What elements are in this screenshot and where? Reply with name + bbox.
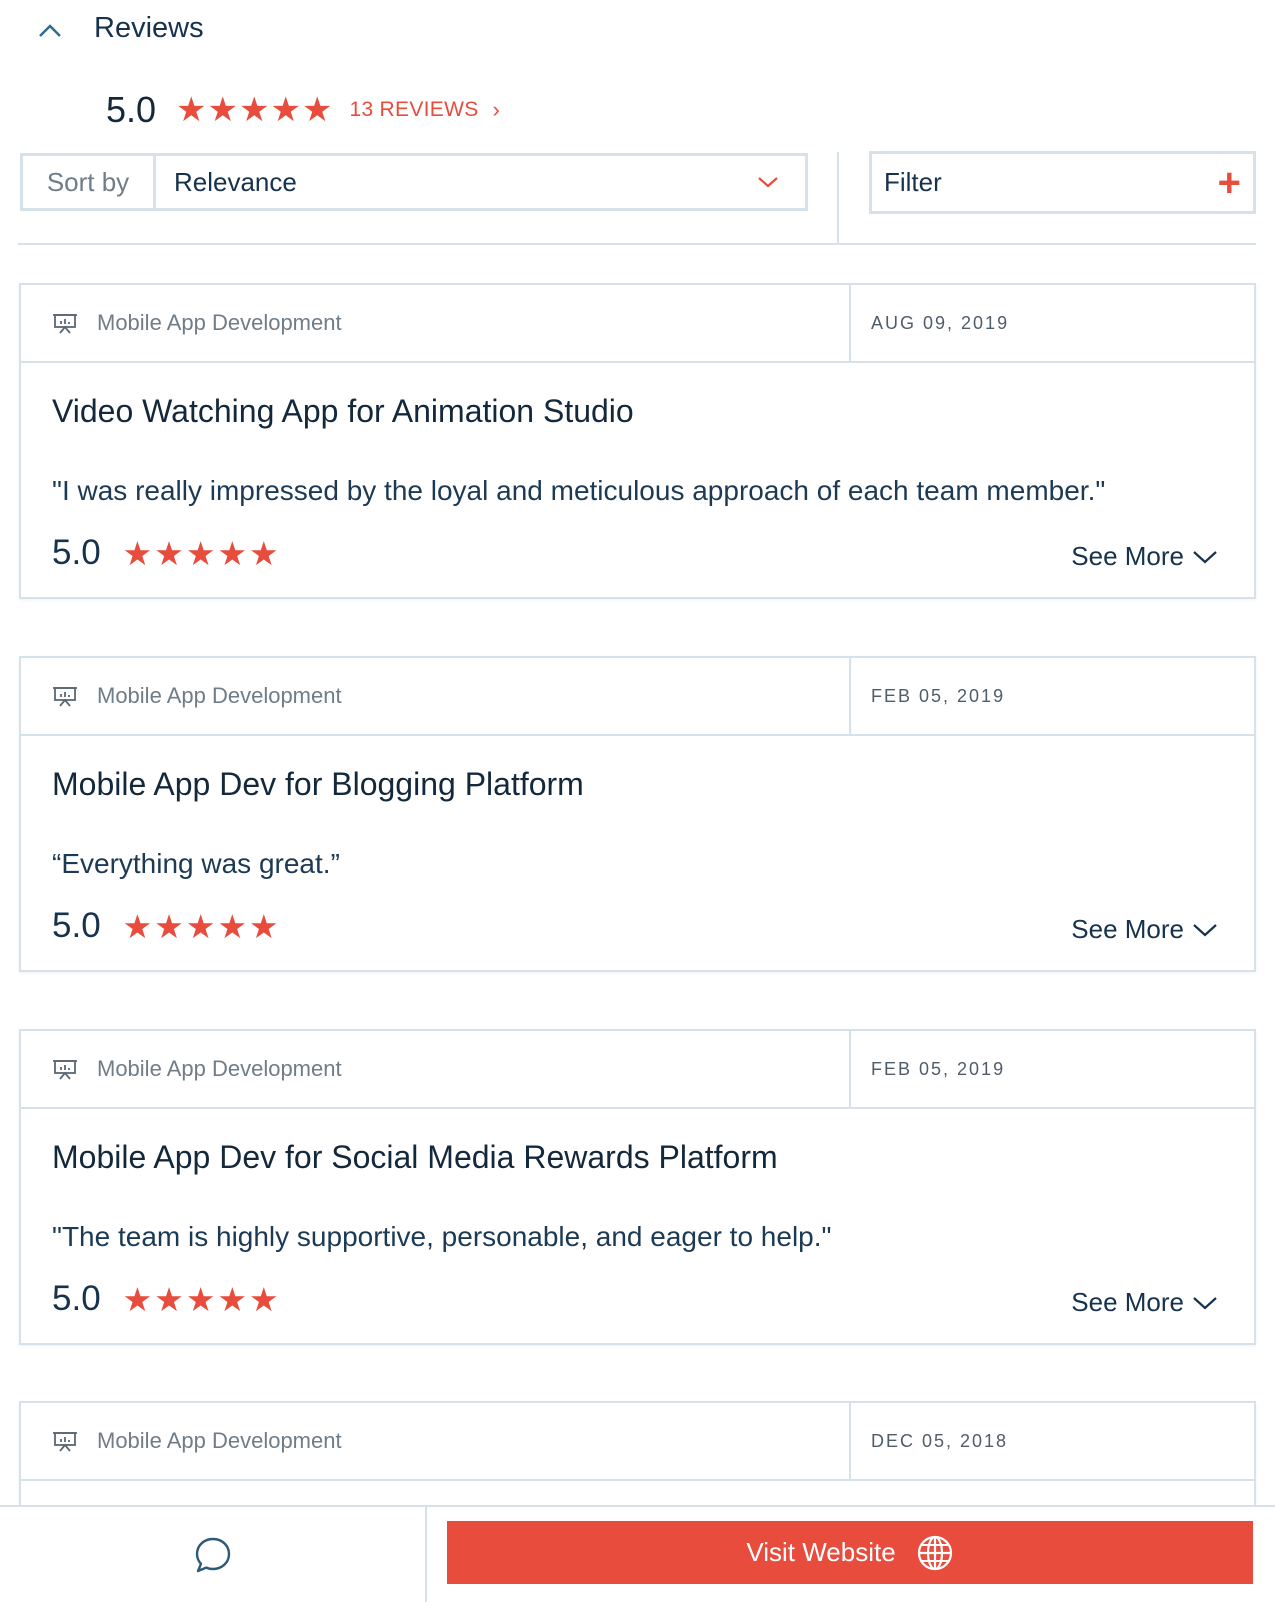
category-label: Mobile App Development xyxy=(97,1056,342,1081)
review-date: AUG 09, 2019 xyxy=(871,312,1010,333)
presentation-icon xyxy=(53,1432,77,1452)
visit-website-label: Visit Website xyxy=(746,1537,896,1567)
review-date: DEC 05, 2018 xyxy=(871,1430,1009,1451)
chevron-down-icon xyxy=(1193,1296,1217,1309)
globe-icon xyxy=(917,1535,952,1570)
review-body: Mobile App Dev for Blogging Platform “Ev… xyxy=(21,736,1254,972)
review-meta: Mobile App Development AUG 09, 2019 xyxy=(21,285,1254,363)
star-icon: ★ xyxy=(185,907,216,945)
review-date: FEB 05, 2019 xyxy=(871,685,1006,706)
star-icon: ★ xyxy=(154,1280,184,1318)
category-label: Mobile App Development xyxy=(97,683,342,708)
bottom-action-bar: Visit Website xyxy=(0,1505,1275,1602)
reviews-header[interactable]: Reviews xyxy=(0,0,1275,62)
overall-score: 5.0 xyxy=(106,89,157,130)
chevron-down-icon xyxy=(758,177,778,188)
review-quote: “Everything was great.” xyxy=(52,848,340,879)
see-more-button[interactable]: See More xyxy=(1071,541,1218,572)
see-more-button[interactable]: See More xyxy=(1071,914,1218,945)
category-label: Mobile App Development xyxy=(97,310,342,335)
star-icon: ★ xyxy=(301,91,333,129)
category-label: Mobile App Development xyxy=(97,1428,342,1453)
review-meta: Mobile App Development FEB 05, 2019 xyxy=(21,658,1254,736)
star-icon: ★ xyxy=(122,534,153,572)
star-icon: ★ xyxy=(239,91,270,129)
review-score: 5.0 xyxy=(52,533,101,572)
review-card: Mobile App Development DEC 05, 2018 xyxy=(19,1401,1256,1521)
presentation-icon xyxy=(53,314,77,334)
overall-stars: ★ ★ ★ ★ ★ xyxy=(176,93,333,127)
plus-icon: + xyxy=(1217,160,1241,205)
see-more-label: See More xyxy=(1071,914,1184,944)
sort-label: Sort by xyxy=(23,156,156,208)
toolbar-divider xyxy=(837,152,839,244)
see-more-label: See More xyxy=(1071,1287,1184,1317)
star-icon: ★ xyxy=(185,534,216,572)
star-icon: ★ xyxy=(122,1280,153,1318)
review-quote: "The team is highly supportive, personab… xyxy=(52,1221,832,1252)
review-card: Mobile App Development AUG 09, 2019 Vide… xyxy=(19,283,1256,599)
review-score: 5.0 xyxy=(52,1279,101,1318)
review-body: Mobile App Dev for Social Media Rewards … xyxy=(21,1109,1254,1345)
sort-select[interactable]: Relevance xyxy=(156,156,805,208)
toolbar-separator xyxy=(18,243,1256,245)
star-icon: ★ xyxy=(217,907,248,945)
star-icon: ★ xyxy=(154,534,184,572)
see-more-button[interactable]: See More xyxy=(1071,1287,1218,1318)
see-more-label: See More xyxy=(1071,541,1184,571)
chevron-down-icon xyxy=(1193,923,1217,936)
sort-value: Relevance xyxy=(174,166,297,197)
review-title: Mobile App Dev for Blogging Platform xyxy=(52,766,584,802)
rating-summary: 5.0 ★ ★ ★ ★ ★ 13 REVIEWS › xyxy=(106,86,500,134)
review-category: Mobile App Development xyxy=(21,658,851,734)
review-date: FEB 05, 2019 xyxy=(871,1058,1006,1079)
review-category: Mobile App Development xyxy=(21,1031,851,1107)
review-meta: Mobile App Development DEC 05, 2018 xyxy=(21,1403,1254,1481)
review-quote: "I was really impressed by the loyal and… xyxy=(52,475,1106,506)
star-icon: ★ xyxy=(249,1280,279,1318)
presentation-icon xyxy=(53,687,77,707)
star-icon: ★ xyxy=(217,534,248,572)
sort-control[interactable]: Sort by Relevance xyxy=(20,153,808,211)
presentation-icon xyxy=(53,1060,77,1080)
review-card: Mobile App Development FEB 05, 2019 Mobi… xyxy=(19,656,1256,972)
review-body: Video Watching App for Animation Studio … xyxy=(21,363,1254,599)
star-icon: ★ xyxy=(185,1280,216,1318)
chat-bubble-icon xyxy=(195,1537,230,1572)
review-rating: 5.0 ★ ★ ★ ★ ★ xyxy=(52,906,281,946)
filter-label: Filter xyxy=(884,167,942,197)
chevron-up-icon[interactable] xyxy=(36,18,64,42)
filter-button[interactable]: Filter + xyxy=(869,151,1256,214)
review-title: Video Watching App for Animation Studio xyxy=(52,393,634,429)
star-icon: ★ xyxy=(217,1280,248,1318)
chevron-down-icon xyxy=(1193,550,1217,563)
review-category: Mobile App Development xyxy=(21,285,851,361)
reviews-count-label: 13 REVIEWS xyxy=(349,98,479,121)
star-icon: ★ xyxy=(176,91,207,129)
reviews-count-link[interactable]: 13 REVIEWS › xyxy=(349,97,500,123)
review-title: Mobile App Dev for Social Media Rewards … xyxy=(52,1139,778,1175)
star-icon: ★ xyxy=(154,907,184,945)
star-icon: ★ xyxy=(249,907,279,945)
visit-website-button[interactable]: Visit Website xyxy=(447,1521,1253,1584)
chevron-right-icon: › xyxy=(492,97,501,122)
review-meta: Mobile App Development FEB 05, 2019 xyxy=(21,1031,1254,1109)
section-title: Reviews xyxy=(94,12,204,44)
star-icon: ★ xyxy=(249,534,279,572)
star-icon: ★ xyxy=(207,91,239,129)
review-card: Mobile App Development FEB 05, 2019 Mobi… xyxy=(19,1029,1256,1345)
review-score: 5.0 xyxy=(52,906,101,945)
star-icon: ★ xyxy=(270,91,301,129)
review-category: Mobile App Development xyxy=(21,1403,851,1479)
chat-button[interactable] xyxy=(0,1507,427,1602)
review-rating: 5.0 ★ ★ ★ ★ ★ xyxy=(52,533,281,573)
review-rating: 5.0 ★ ★ ★ ★ ★ xyxy=(52,1279,281,1319)
star-icon: ★ xyxy=(122,907,153,945)
